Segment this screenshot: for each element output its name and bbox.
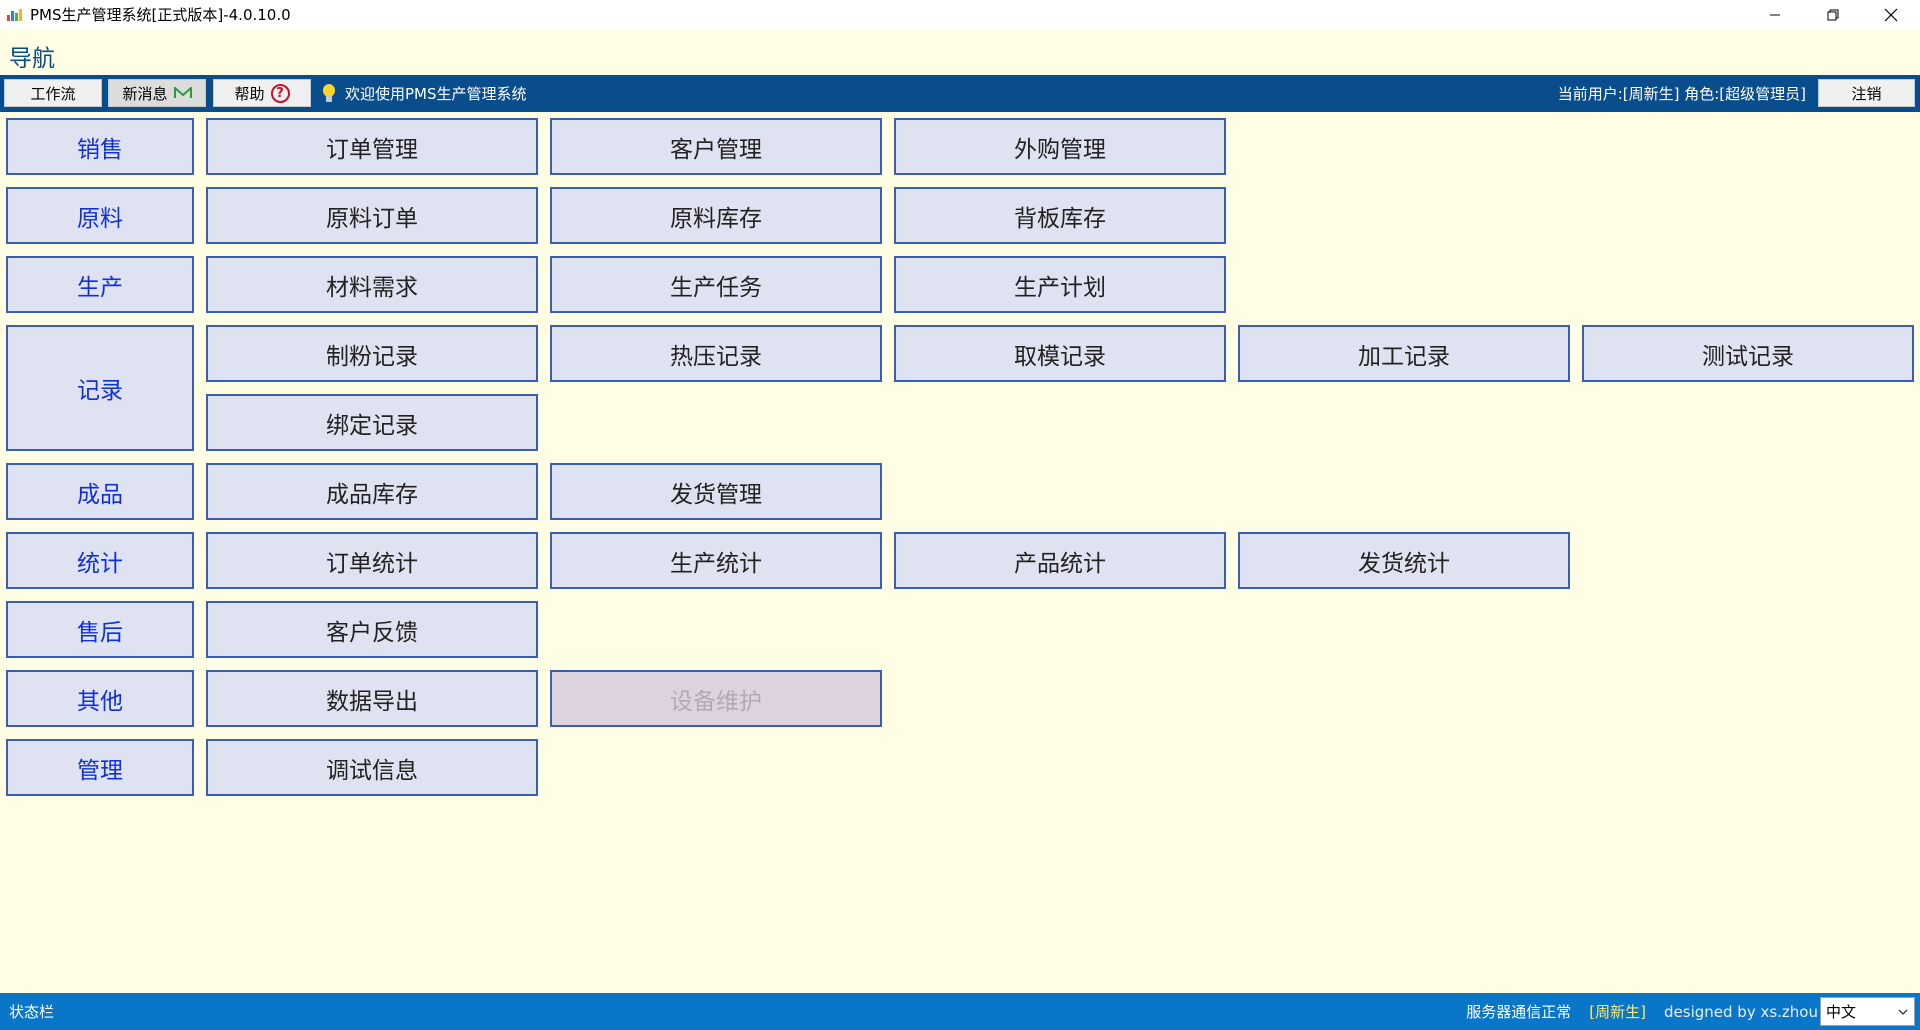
window-title: PMS生产管理系统[正式版本]-4.0.10.0 — [30, 6, 291, 24]
equipment-maintenance-button: 设备维护 — [550, 670, 882, 727]
toolbar: 工作流 新消息 帮助 ? 欢迎使用PMS生产管理系统 当前用户:[周新生] 角色… — [0, 75, 1920, 112]
language-select[interactable]: 中文 — [1820, 997, 1915, 1026]
finished-inventory-button[interactable]: 成品库存 — [206, 463, 538, 520]
category-finished-goods[interactable]: 成品 — [6, 463, 194, 520]
shipping-management-button[interactable]: 发货管理 — [550, 463, 882, 520]
app-window: PMS生产管理系统[正式版本]-4.0.10.0 导航 工作流 新消息 帮助 ? — [0, 0, 1920, 1030]
production-statistics-button[interactable]: 生产统计 — [550, 532, 882, 589]
demolding-records-button[interactable]: 取模记录 — [894, 325, 1226, 382]
status-bar: 状态栏 服务器通信正常 [周新生] designed by xs.zhou 中文 — [0, 993, 1920, 1030]
help-button[interactable]: 帮助 ? — [213, 79, 311, 107]
new-message-button[interactable]: 新消息 — [108, 79, 206, 107]
logout-label: 注销 — [1851, 84, 1882, 103]
production-plan-button[interactable]: 生产计划 — [894, 256, 1226, 313]
server-status: 服务器通信正常 — [1466, 1003, 1572, 1021]
current-user-info: 当前用户:[周新生] 角色:[超级管理员] — [1557, 85, 1806, 103]
close-button[interactable] — [1862, 0, 1920, 29]
category-admin[interactable]: 管理 — [6, 739, 194, 796]
category-sales[interactable]: 销售 — [6, 118, 194, 175]
mail-icon — [173, 87, 192, 98]
status-user: [周新生] — [1589, 1003, 1647, 1021]
outsourcing-management-button[interactable]: 外购管理 — [894, 118, 1226, 175]
material-requirements-button[interactable]: 材料需求 — [206, 256, 538, 313]
shipping-statistics-button[interactable]: 发货统计 — [1238, 532, 1570, 589]
help-icon: ? — [270, 83, 290, 103]
minimize-icon — [1770, 14, 1780, 15]
powder-records-button[interactable]: 制粉记录 — [206, 325, 538, 382]
minimize-button[interactable] — [1746, 0, 1804, 29]
lightbulb-icon — [323, 83, 335, 104]
category-production[interactable]: 生产 — [6, 256, 194, 313]
category-records[interactable]: 记录 — [6, 325, 194, 451]
order-management-button[interactable]: 订单管理 — [206, 118, 538, 175]
window-controls — [1746, 0, 1920, 29]
restore-button[interactable] — [1804, 0, 1862, 29]
nav-title: 导航 — [9, 46, 55, 72]
test-records-button[interactable]: 测试记录 — [1582, 325, 1914, 382]
close-icon — [1884, 8, 1898, 21]
category-after-sales[interactable]: 售后 — [6, 601, 194, 658]
nav-header: 导航 — [0, 29, 1920, 75]
debug-info-button[interactable]: 调试信息 — [206, 739, 538, 796]
material-orders-button[interactable]: 原料订单 — [206, 187, 538, 244]
language-value: 中文 — [1826, 1003, 1857, 1021]
material-inventory-button[interactable]: 原料库存 — [550, 187, 882, 244]
customer-management-button[interactable]: 客户管理 — [550, 118, 882, 175]
customer-feedback-button[interactable]: 客户反馈 — [206, 601, 538, 658]
welcome-banner: 欢迎使用PMS生产管理系统 — [323, 75, 527, 112]
production-tasks-button[interactable]: 生产任务 — [550, 256, 882, 313]
product-statistics-button[interactable]: 产品统计 — [894, 532, 1226, 589]
category-other[interactable]: 其他 — [6, 670, 194, 727]
designer-credit: designed by xs.zhou — [1664, 1002, 1818, 1021]
help-label: 帮助 — [234, 84, 265, 103]
app-chart-icon — [6, 7, 22, 23]
title-bar: PMS生产管理系统[正式版本]-4.0.10.0 — [0, 0, 1920, 29]
backplate-inventory-button[interactable]: 背板库存 — [894, 187, 1226, 244]
chevron-down-icon — [1898, 1009, 1908, 1015]
welcome-text: 欢迎使用PMS生产管理系统 — [345, 85, 527, 103]
hot-press-records-button[interactable]: 热压记录 — [550, 325, 882, 382]
new-message-label: 新消息 — [122, 84, 168, 103]
status-label: 状态栏 — [9, 1003, 55, 1021]
category-materials[interactable]: 原料 — [6, 187, 194, 244]
binding-records-button[interactable]: 绑定记录 — [206, 394, 538, 451]
restore-icon — [1827, 9, 1839, 20]
status-info: 服务器通信正常 [周新生] designed by xs.zhou — [1466, 993, 1818, 1030]
workflow-button[interactable]: 工作流 — [4, 79, 102, 107]
category-statistics[interactable]: 统计 — [6, 532, 194, 589]
order-statistics-button[interactable]: 订单统计 — [206, 532, 538, 589]
logout-button[interactable]: 注销 — [1818, 79, 1915, 107]
machining-records-button[interactable]: 加工记录 — [1238, 325, 1570, 382]
workflow-label: 工作流 — [30, 84, 76, 103]
data-export-button[interactable]: 数据导出 — [206, 670, 538, 727]
